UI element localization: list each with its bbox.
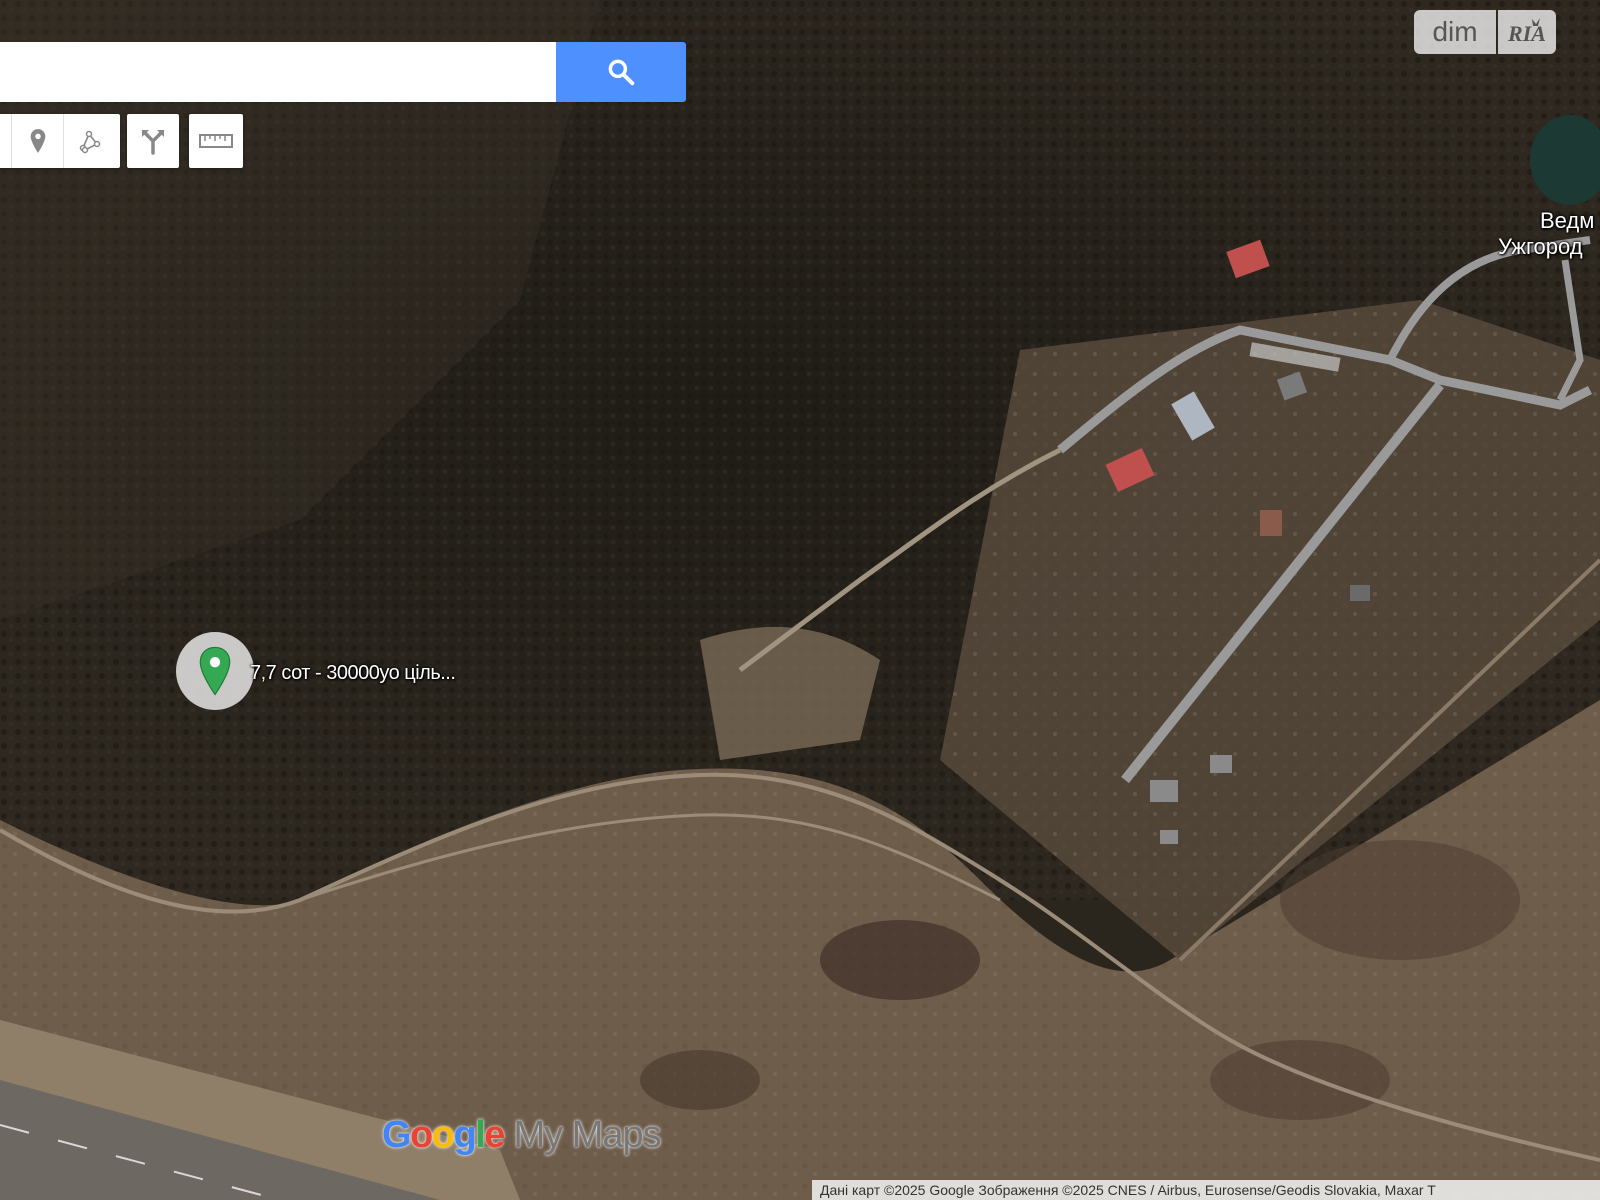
ruler-icon [199,134,233,148]
my-maps-text: My Maps [503,1114,661,1156]
map-pin-icon [199,646,231,696]
place-label: Ведм Ужгород [1474,208,1594,260]
add-directions-button[interactable] [127,114,179,168]
hand-tool-button[interactable] [0,114,12,168]
search-button[interactable] [556,42,686,102]
google-logo: Google [382,1114,505,1156]
search-input[interactable] [0,42,556,102]
logo-dim-text: dim [1414,10,1496,54]
logo-ria-mark: RIA [1498,10,1556,54]
place-label-line2: Ужгород [1498,234,1583,259]
search-icon [608,59,635,86]
map-marker[interactable] [176,632,254,710]
marker-label[interactable]: 7,7 сот - 30000уо ціль... [250,662,456,685]
dim-ria-logo[interactable]: dim RIA [1414,10,1556,54]
marker-icon [30,129,45,153]
drawing-toolbar [0,114,120,168]
measure-distance-button[interactable] [189,114,243,168]
draw-line-button[interactable] [64,114,116,168]
ria-icon: RIA [1507,18,1546,46]
add-marker-button[interactable] [12,114,64,168]
satellite-map[interactable] [0,0,1600,1200]
place-label-line1: Ведм [1540,208,1595,233]
google-my-maps-watermark: Google My Maps [382,1114,662,1157]
draw-line-icon [79,130,101,154]
directions-icon [142,130,164,155]
map-attribution: Дані карт ©2025 Google Зображення ©2025 … [812,1180,1600,1200]
logo-ria-text: RIA [1507,21,1546,46]
